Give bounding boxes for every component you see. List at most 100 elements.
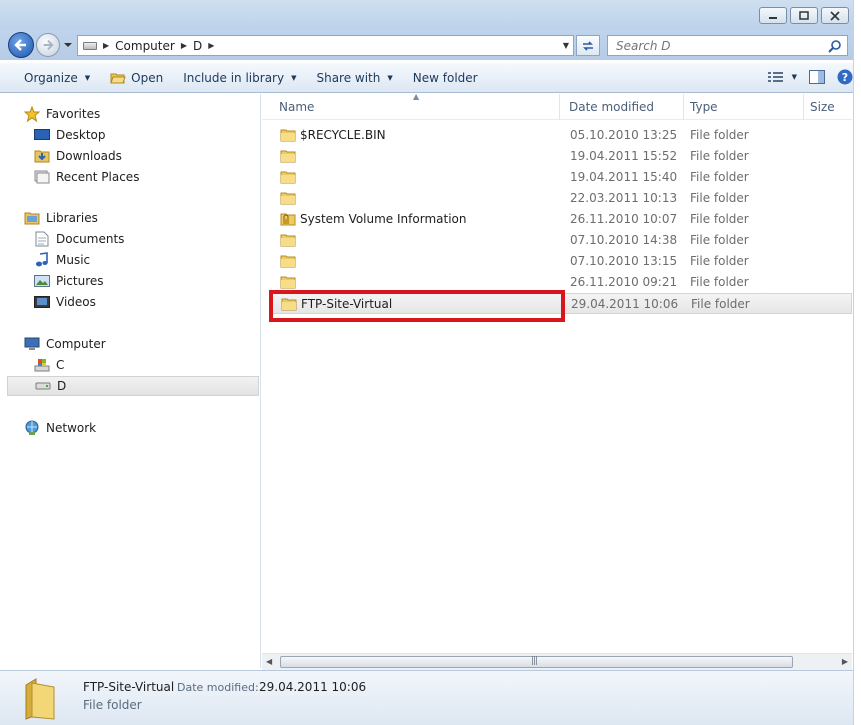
open-button[interactable]: Open xyxy=(100,63,173,92)
share-with-menu[interactable]: Share with ▼ xyxy=(306,63,402,92)
file-type: File folder xyxy=(690,212,749,226)
folder-icon xyxy=(280,150,296,163)
search-input[interactable] xyxy=(616,38,816,53)
column-type[interactable]: Type xyxy=(690,100,718,114)
file-row[interactable]: System Volume Information 26.11.2010 10:… xyxy=(270,209,852,230)
view-controls: ▼ ? xyxy=(767,69,853,85)
scroll-left-icon[interactable]: ◀ xyxy=(266,657,272,666)
column-headers: Name ▲ Date modified Type Size xyxy=(262,92,852,120)
maximize-button[interactable] xyxy=(790,7,818,24)
include-in-library-menu[interactable]: Include in library ▼ xyxy=(173,63,306,92)
nav-favorites-label: Favorites xyxy=(46,107,101,121)
folder-icon xyxy=(280,276,296,289)
breadcrumb-computer[interactable]: Computer xyxy=(115,39,175,53)
folder-icon xyxy=(280,234,296,247)
file-date: 26.11.2010 10:07 xyxy=(570,212,678,226)
file-row[interactable]: 07.10.2010 14:38 File folder xyxy=(270,230,852,251)
file-date: 05.10.2010 13:25 xyxy=(570,128,678,142)
file-row[interactable]: 19.04.2011 15:40 File folder xyxy=(270,167,852,188)
help-icon[interactable]: ? xyxy=(837,69,853,85)
redacted-name xyxy=(308,190,368,205)
scrollbar-thumb[interactable]: ||| xyxy=(280,656,793,668)
refresh-button[interactable] xyxy=(576,35,600,56)
window-right-edge xyxy=(853,0,861,725)
scroll-right-icon[interactable]: ▶ xyxy=(842,657,848,666)
redacted-name xyxy=(308,253,352,268)
folder-icon xyxy=(280,192,296,205)
nav-pictures[interactable]: Pictures xyxy=(34,271,293,291)
column-divider[interactable] xyxy=(683,94,684,120)
organize-menu[interactable]: Organize ▼ xyxy=(0,63,100,92)
column-divider[interactable] xyxy=(803,94,804,120)
details-kind: File folder xyxy=(83,698,142,712)
nav-network[interactable]: Network xyxy=(24,418,283,438)
column-name[interactable]: Name xyxy=(279,100,314,114)
libraries-icon xyxy=(24,210,40,226)
folder-icon xyxy=(280,255,296,268)
breadcrumb-d[interactable]: D xyxy=(193,39,202,53)
drive-icon xyxy=(35,378,51,394)
nav-desktop[interactable]: Desktop xyxy=(34,125,293,145)
refresh-icon xyxy=(583,40,593,51)
back-button[interactable] xyxy=(8,32,34,58)
nav-videos[interactable]: Videos xyxy=(34,292,293,312)
preview-pane-icon[interactable] xyxy=(809,70,825,84)
folder-icon xyxy=(280,129,296,142)
file-row[interactable]: 22.03.2011 10:13 File folder xyxy=(270,188,852,209)
nav-recent-places[interactable]: Recent Places xyxy=(34,167,293,187)
minimize-button[interactable] xyxy=(759,7,787,24)
file-row[interactable]: $RECYCLE.BIN 05.10.2010 13:25 File folde… xyxy=(270,125,852,146)
change-view-button[interactable]: ▼ xyxy=(767,71,797,83)
file-list-pane: Name ▲ Date modified Type Size $RECYCLE.… xyxy=(262,92,852,668)
nav-computer[interactable]: Computer xyxy=(24,334,283,354)
horizontal-scrollbar[interactable]: ◀ ||| ▶ xyxy=(262,653,852,670)
column-divider[interactable] xyxy=(559,94,560,120)
downloads-icon xyxy=(34,148,50,164)
file-date: 26.11.2010 09:21 xyxy=(570,275,678,289)
back-arrow-icon xyxy=(14,39,26,51)
nav-drive-d[interactable]: D xyxy=(7,376,259,396)
file-date: 19.04.2011 15:40 xyxy=(570,170,678,184)
forward-button[interactable] xyxy=(36,33,60,57)
nav-music[interactable]: Music xyxy=(34,250,293,270)
nav-favorites[interactable]: Favorites xyxy=(24,104,283,124)
file-row[interactable]: 19.04.2011 15:52 File folder xyxy=(270,146,852,167)
new-folder-button[interactable]: New folder xyxy=(403,63,488,92)
redacted-name xyxy=(308,274,458,289)
recent-pages-dropdown-icon[interactable] xyxy=(63,40,73,50)
breadcrumb-separator-icon[interactable]: ▶ xyxy=(103,41,109,50)
close-icon xyxy=(830,10,840,21)
close-button[interactable] xyxy=(821,7,849,24)
address-dropdown-icon[interactable]: ▼ xyxy=(563,41,569,50)
pictures-icon xyxy=(34,273,50,289)
nav-downloads-label: Downloads xyxy=(56,149,122,163)
breadcrumb-separator-icon[interactable]: ▶ xyxy=(181,41,187,50)
column-size[interactable]: Size xyxy=(810,100,835,114)
address-bar[interactable]: ▶ Computer ▶ D ▶ ▼ xyxy=(77,35,574,56)
file-date: 29.04.2011 10:06 xyxy=(571,297,679,311)
network-icon xyxy=(24,420,40,436)
file-row[interactable]: 07.10.2010 13:15 File folder xyxy=(270,251,852,272)
nav-documents[interactable]: Documents xyxy=(34,229,293,249)
file-type: File folder xyxy=(690,233,749,247)
system-drive-icon xyxy=(34,357,50,373)
search-box[interactable] xyxy=(607,35,848,56)
address-row: ▶ Computer ▶ D ▶ ▼ xyxy=(0,30,861,60)
file-type: File folder xyxy=(690,170,749,184)
nav-drive-c[interactable]: C xyxy=(34,355,293,375)
breadcrumb-separator-icon[interactable]: ▶ xyxy=(208,41,214,50)
column-date-modified[interactable]: Date modified xyxy=(569,100,654,114)
new-folder-label: New folder xyxy=(412,70,478,85)
star-icon xyxy=(24,106,40,122)
command-bar: Organize ▼ Open Include in library ▼ Sha… xyxy=(0,62,861,93)
file-date: 22.03.2011 10:13 xyxy=(570,191,678,205)
nav-downloads[interactable]: Downloads xyxy=(34,146,293,166)
search-icon[interactable] xyxy=(828,39,842,53)
videos-icon xyxy=(34,294,50,310)
svg-text:?: ? xyxy=(842,71,848,84)
file-date: 19.04.2011 15:52 xyxy=(570,149,678,163)
large-folder-icon xyxy=(25,678,55,720)
nav-libraries[interactable]: Libraries xyxy=(24,208,283,228)
nav-network-label: Network xyxy=(46,421,97,435)
organize-label: Organize xyxy=(24,70,78,85)
